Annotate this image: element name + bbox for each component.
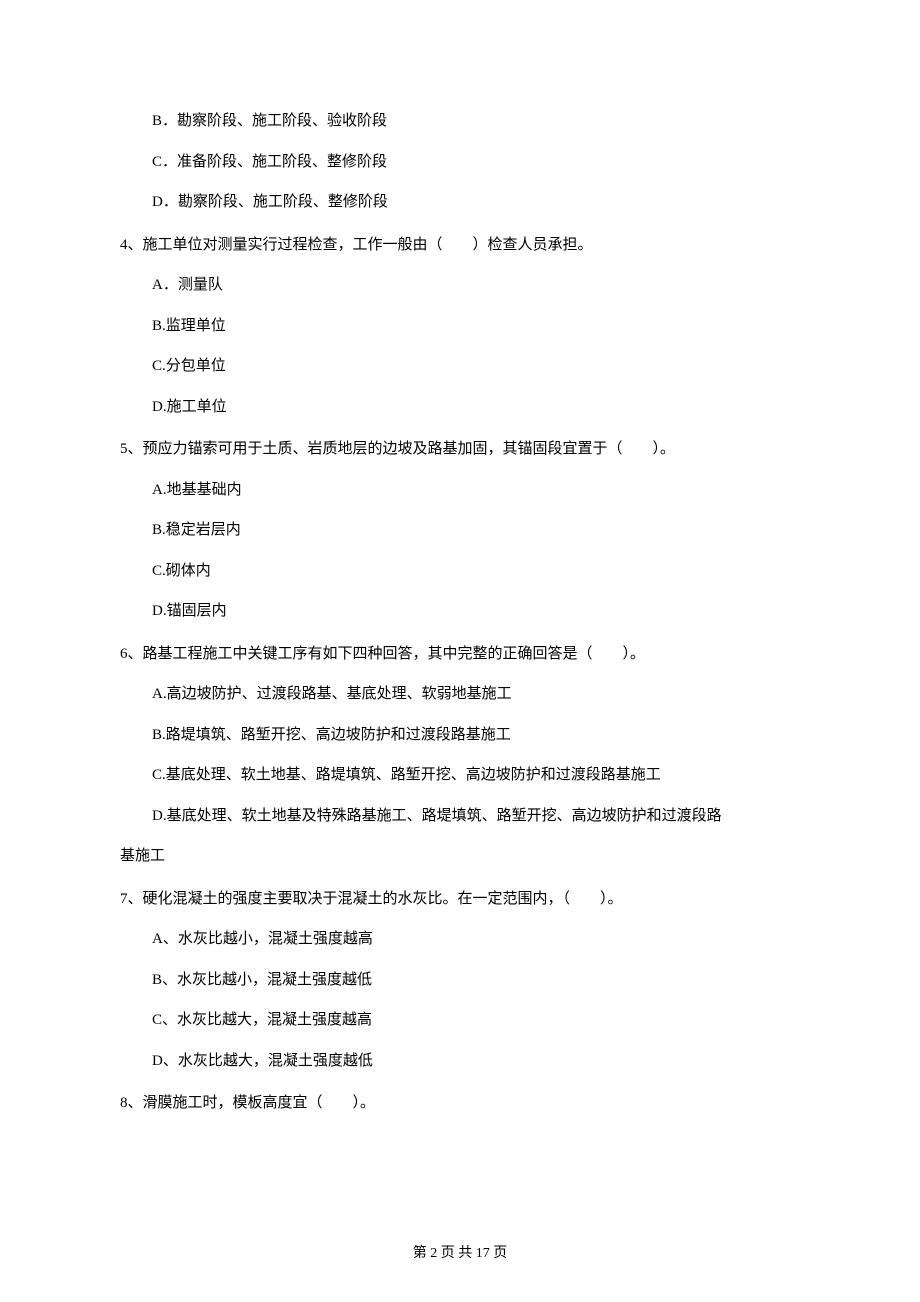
option-c: C.分包单位 (152, 355, 800, 378)
question-4: 4、施工单位对测量实行过程检查，工作一般由（ ）检查人员承担。 A．测量队 B.… (120, 234, 800, 419)
option-b: B．勘察阶段、施工阶段、验收阶段 (152, 110, 800, 133)
option-d: D.施工单位 (152, 396, 800, 419)
question-text: 8、滑膜施工时，模板高度宜（ ）。 (120, 1092, 800, 1115)
question-5: 5、预应力锚索可用于土质、岩质地层的边坡及路基加固，其锚固段宜置于（ ）。 A.… (120, 438, 800, 623)
option-a: A．测量队 (152, 274, 800, 297)
option-b: B.路堤填筑、路堑开挖、高边坡防护和过渡段路基施工 (152, 724, 800, 747)
option-d: D．勘察阶段、施工阶段、整修阶段 (152, 191, 800, 214)
page-footer: 第 2 页 共 17 页 (0, 1242, 920, 1262)
question-text: 6、路基工程施工中关键工序有如下四种回答，其中完整的正确回答是（ ）。 (120, 643, 800, 666)
question-7: 7、硬化混凝土的强度主要取决于混凝土的水灰比。在一定范围内，（ ）。 A、水灰比… (120, 888, 800, 1073)
option-c: C.砌体内 (152, 560, 800, 583)
option-b: B.监理单位 (152, 315, 800, 338)
option-a: A、水灰比越小，混凝土强度越高 (152, 928, 800, 951)
option-c: C．准备阶段、施工阶段、整修阶段 (152, 151, 800, 174)
question-text: 4、施工单位对测量实行过程检查，工作一般由（ ）检查人员承担。 (120, 234, 800, 257)
option-d: D.锚固层内 (152, 600, 800, 623)
option-b: B.稳定岩层内 (152, 519, 800, 542)
page-content: B．勘察阶段、施工阶段、验收阶段 C．准备阶段、施工阶段、整修阶段 D．勘察阶段… (0, 0, 920, 1115)
orphan-options: B．勘察阶段、施工阶段、验收阶段 C．准备阶段、施工阶段、整修阶段 D．勘察阶段… (120, 110, 800, 214)
question-text: 7、硬化混凝土的强度主要取决于混凝土的水灰比。在一定范围内，（ ）。 (120, 888, 800, 911)
option-a: A.地基基础内 (152, 479, 800, 502)
question-6: 6、路基工程施工中关键工序有如下四种回答，其中完整的正确回答是（ ）。 A.高边… (120, 643, 800, 868)
option-d-line1: D.基底处理、软土地基及特殊路基施工、路堤填筑、路堑开挖、高边坡防护和过渡段路 (152, 805, 800, 828)
option-d: D、水灰比越大，混凝土强度越低 (152, 1050, 800, 1073)
option-c: C.基底处理、软土地基、路堤填筑、路堑开挖、高边坡防护和过渡段路基施工 (152, 764, 800, 787)
question-8: 8、滑膜施工时，模板高度宜（ ）。 (120, 1092, 800, 1115)
option-c: C、水灰比越大，混凝土强度越高 (152, 1009, 800, 1032)
option-a: A.高边坡防护、过渡段路基、基底处理、软弱地基施工 (152, 683, 800, 706)
option-b: B、水灰比越小，混凝土强度越低 (152, 969, 800, 992)
question-text: 5、预应力锚索可用于土质、岩质地层的边坡及路基加固，其锚固段宜置于（ ）。 (120, 438, 800, 461)
option-d-line2: 基施工 (120, 845, 800, 868)
